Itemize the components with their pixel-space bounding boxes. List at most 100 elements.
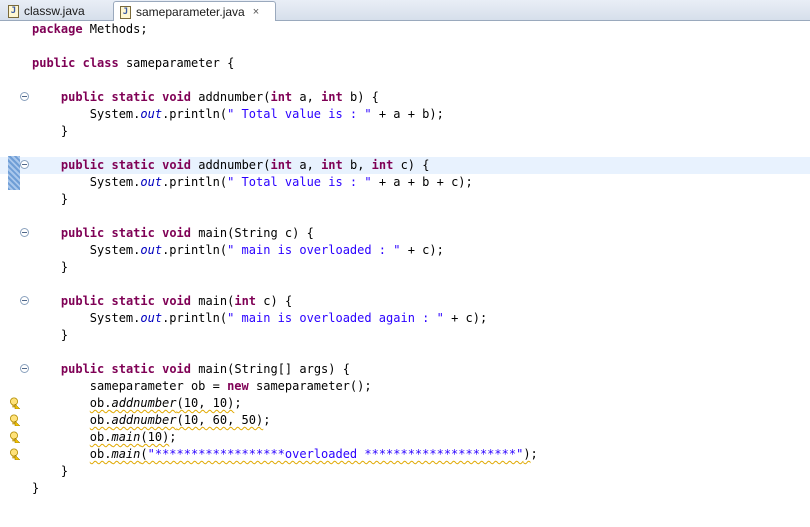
fold-collapse-icon[interactable] [20, 160, 29, 169]
code-text: System. [32, 175, 141, 189]
code-line[interactable] [0, 140, 810, 157]
code-line[interactable] [0, 208, 810, 225]
code-content: sameparameter ob = new sameparameter(); [32, 378, 372, 395]
code-lines[interactable]: package Methods; public class sameparamet… [0, 21, 810, 497]
code-line[interactable]: } [0, 259, 810, 276]
code-line[interactable]: } [0, 191, 810, 208]
code-line[interactable]: System.out.println(" main is overloaded … [0, 310, 810, 327]
warning-lightbulb-icon[interactable] [8, 414, 20, 426]
code-line[interactable]: public static void addnumber(int a, int … [0, 89, 810, 106]
code-line[interactable]: public static void main(String c) { [0, 225, 810, 242]
code-line[interactable] [0, 276, 810, 293]
code-content: ob.addnumber(10, 60, 50); [32, 412, 271, 429]
code-line[interactable]: public static void main(int c) { [0, 293, 810, 310]
code-line[interactable]: System.out.println(" Total value is : " … [0, 106, 810, 123]
fold-collapse-icon[interactable] [20, 296, 29, 305]
tab-sameparameter-java[interactable]: J sameparameter.java × [113, 1, 276, 22]
keyword: void [162, 90, 191, 104]
warning-lightbulb-icon[interactable] [8, 431, 20, 443]
fold-collapse-icon[interactable] [20, 92, 29, 101]
code-line[interactable]: ob.addnumber(10, 10); [0, 395, 810, 412]
warning-lightbulb-icon[interactable] [8, 448, 20, 460]
code-text: .println( [162, 175, 228, 189]
keyword: void [162, 362, 191, 376]
code-line[interactable]: public class sameparameter { [0, 55, 810, 72]
code-line[interactable]: public static void main(String[] args) { [0, 361, 810, 378]
method-call: main [111, 430, 141, 444]
code-line[interactable] [0, 38, 810, 55]
close-icon[interactable]: × [253, 6, 259, 18]
code-text: + a + b); [371, 107, 444, 121]
code-content: ob.addnumber(10, 10); [32, 395, 242, 412]
string-literal: " Total value is : " [227, 175, 372, 189]
keyword: static [111, 90, 155, 104]
code-line[interactable]: ob.addnumber(10, 60, 50); [0, 412, 810, 429]
code-text: sameparameter { [118, 56, 235, 70]
code-line[interactable]: System.out.println(" main is overloaded … [0, 242, 810, 259]
code-text: addnumber( [191, 90, 271, 104]
warning-lightbulb-icon[interactable] [8, 397, 20, 409]
code-line[interactable]: public static void addnumber(int a, int … [0, 156, 810, 190]
code-line[interactable]: } [0, 123, 810, 140]
warning-code: ( [140, 447, 148, 461]
code-content: } [32, 191, 68, 208]
keyword: void [162, 226, 191, 240]
code-text: } [32, 124, 69, 138]
fold-collapse-icon[interactable] [20, 364, 29, 373]
code-content: public static void main(String[] args) { [32, 361, 350, 378]
keyword: int [371, 158, 394, 172]
code-line[interactable]: System.out.println(" Total value is : " … [0, 174, 810, 191]
code-line[interactable]: } [0, 463, 810, 480]
code-content: System.out.println(" Total value is : " … [32, 106, 444, 123]
code-text: .println( [162, 311, 228, 325]
keyword: public [60, 226, 105, 240]
code-text: c) { [393, 158, 430, 172]
code-text: } [32, 192, 69, 206]
keyword: static [111, 158, 155, 172]
code-text: a, [292, 90, 322, 104]
code-line[interactable] [0, 344, 810, 361]
code-content: public static void main(String c) { [32, 225, 314, 242]
code-line[interactable]: } [0, 327, 810, 344]
code-text: main( [191, 294, 235, 308]
string-literal: " main is overloaded : " [227, 243, 401, 257]
keyword: new [227, 379, 249, 393]
tab-label: classw.java [24, 4, 85, 18]
code-content: } [32, 463, 68, 480]
code-content: public static void addnumber(int a, int … [32, 157, 430, 174]
code-text: + a + b + c); [371, 175, 473, 189]
code-text: ; [263, 413, 271, 427]
code-line[interactable] [0, 72, 810, 89]
code-editor[interactable]: package Methods; public class sameparamet… [0, 21, 810, 527]
code-line[interactable]: package Methods; [0, 21, 810, 38]
field-reference: out [140, 243, 163, 257]
code-text: main(String[] args) { [191, 362, 350, 376]
fold-collapse-icon[interactable] [20, 228, 29, 237]
code-text: } [32, 481, 40, 495]
keyword: int [270, 90, 293, 104]
code-line[interactable]: sameparameter ob = new sameparameter(); [0, 378, 810, 395]
tab-classw-java[interactable]: J classw.java [2, 1, 105, 21]
code-line[interactable]: ob.main("******************overloaded **… [0, 446, 810, 463]
code-content: } [32, 327, 68, 344]
code-text: b) { [342, 90, 379, 104]
code-text: .println( [162, 107, 228, 121]
string-literal: " Total value is : " [227, 107, 372, 121]
code-text: Methods; [82, 22, 148, 36]
code-text: System. [32, 311, 141, 325]
code-content: System.out.println(" main is overloaded … [32, 242, 444, 259]
code-text: a, [292, 158, 322, 172]
warning-code: ) [523, 447, 531, 461]
code-line[interactable]: } [0, 480, 810, 497]
code-line[interactable]: ob.main(10); [0, 429, 810, 446]
code-text: main(String c) { [191, 226, 314, 240]
code-content: System.out.println(" main is overloaded … [32, 310, 487, 327]
